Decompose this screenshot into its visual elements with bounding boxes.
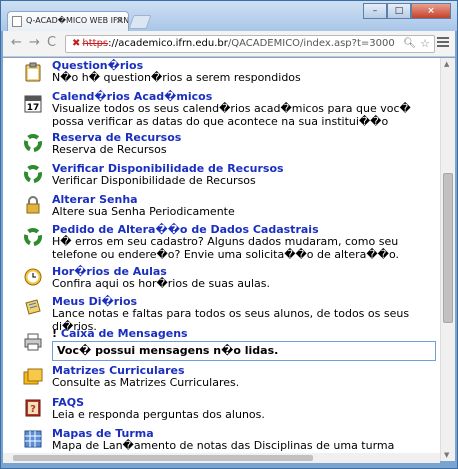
- browser-tab[interactable]: Q-ACAD�MICO WEB IFRN ×: [7, 11, 129, 31]
- item-desc: Reserva de Recursos: [52, 143, 167, 156]
- printer-icon: [24, 333, 42, 351]
- notebook-icon: [25, 299, 41, 315]
- recycle-icon: [24, 134, 42, 152]
- recycle-icon: [24, 165, 42, 183]
- item-desc: N�o h� question�rios a serem respondidos: [52, 71, 301, 84]
- bookmark-star-icon[interactable]: ☆: [420, 36, 430, 52]
- url-host: ://academico.ifrn.edu.br: [108, 38, 228, 49]
- item-desc: Altere sua Senha Periodicamente: [52, 205, 235, 218]
- scroll-thumb[interactable]: [443, 173, 453, 323]
- browser-toolbar: ← → C ✖ https://academico.ifrn.edu.br/QAC…: [3, 31, 455, 57]
- back-arrow-icon[interactable]: ←: [11, 36, 22, 50]
- minimize-button[interactable]: –: [363, 3, 387, 19]
- grid-icon: [24, 430, 42, 448]
- item-title-text: Caixa de Mensagens: [60, 327, 188, 340]
- horizontal-scrollbar[interactable]: [3, 453, 440, 463]
- help-book-icon: ?: [25, 399, 41, 417]
- svg-text:17: 17: [27, 103, 40, 113]
- url-scheme: https: [82, 38, 109, 49]
- menu-icon[interactable]: [437, 37, 449, 49]
- message-box: Voc� possui mensagens n�o lidas.: [52, 341, 436, 361]
- page-content: Question�rios N�o h� question�rios a ser…: [3, 58, 440, 461]
- insecure-lock-icon[interactable]: ✖: [72, 38, 80, 49]
- scroll-down-icon[interactable]: ▼: [444, 451, 449, 459]
- svg-text:?: ?: [30, 404, 36, 415]
- item-desc: Visualize todos os seus calend�rios acad…: [52, 102, 411, 128]
- zoom-icon[interactable]: 🔍︎: [403, 36, 416, 52]
- url-path: /QACADEMICO/index.asp?t=3000: [227, 38, 395, 49]
- browser-window: Q-ACAD�MICO WEB IFRN × – □ × ← → C ✖ http…: [0, 0, 458, 469]
- clock-icon: [24, 268, 42, 286]
- tab-title: Q-ACAD�MICO WEB IFRN: [26, 16, 129, 25]
- scroll-up-icon[interactable]: ▲: [444, 60, 449, 68]
- padlock-icon: [26, 196, 40, 214]
- item-desc: Confira aqui os hor�rios de suas aulas.: [52, 277, 270, 290]
- address-bar[interactable]: ✖ https://academico.ifrn.edu.br/QACADEMIC…: [65, 35, 435, 53]
- clipboard-icon: [25, 62, 41, 82]
- window-controls: – □ ×: [363, 3, 451, 19]
- warning-mark: !: [52, 327, 58, 340]
- item-desc: Consulte as Matrizes Curriculares.: [52, 376, 240, 389]
- item-desc: H� erros em seu cadastro? Alguns dados m…: [52, 235, 399, 261]
- calendar-icon: 17: [24, 95, 42, 113]
- item-desc: Mapa de Lan�amento de notas das Discipli…: [52, 439, 395, 452]
- item-title[interactable]: ! Caixa de Mensagens: [52, 327, 188, 340]
- new-tab-button[interactable]: [128, 15, 152, 29]
- recycle-icon: [24, 228, 42, 246]
- title-bar: Q-ACAD�MICO WEB IFRN × – □ ×: [1, 1, 457, 31]
- forward-arrow-icon[interactable]: →: [29, 36, 40, 50]
- reload-icon[interactable]: C: [47, 36, 56, 50]
- horizontal-scroll-thumb[interactable]: [13, 455, 313, 461]
- item-desc: Verificar Disponibilidade de Recursos: [52, 174, 256, 187]
- maximize-button[interactable]: □: [387, 3, 411, 19]
- vertical-scrollbar[interactable]: ▲ ▼: [440, 58, 455, 461]
- page-icon: [12, 16, 22, 27]
- close-button[interactable]: ×: [411, 3, 451, 19]
- tab-close-icon[interactable]: ×: [115, 12, 123, 30]
- item-desc: Leia e responda perguntas dos alunos.: [52, 408, 265, 421]
- folders-icon: [23, 368, 43, 385]
